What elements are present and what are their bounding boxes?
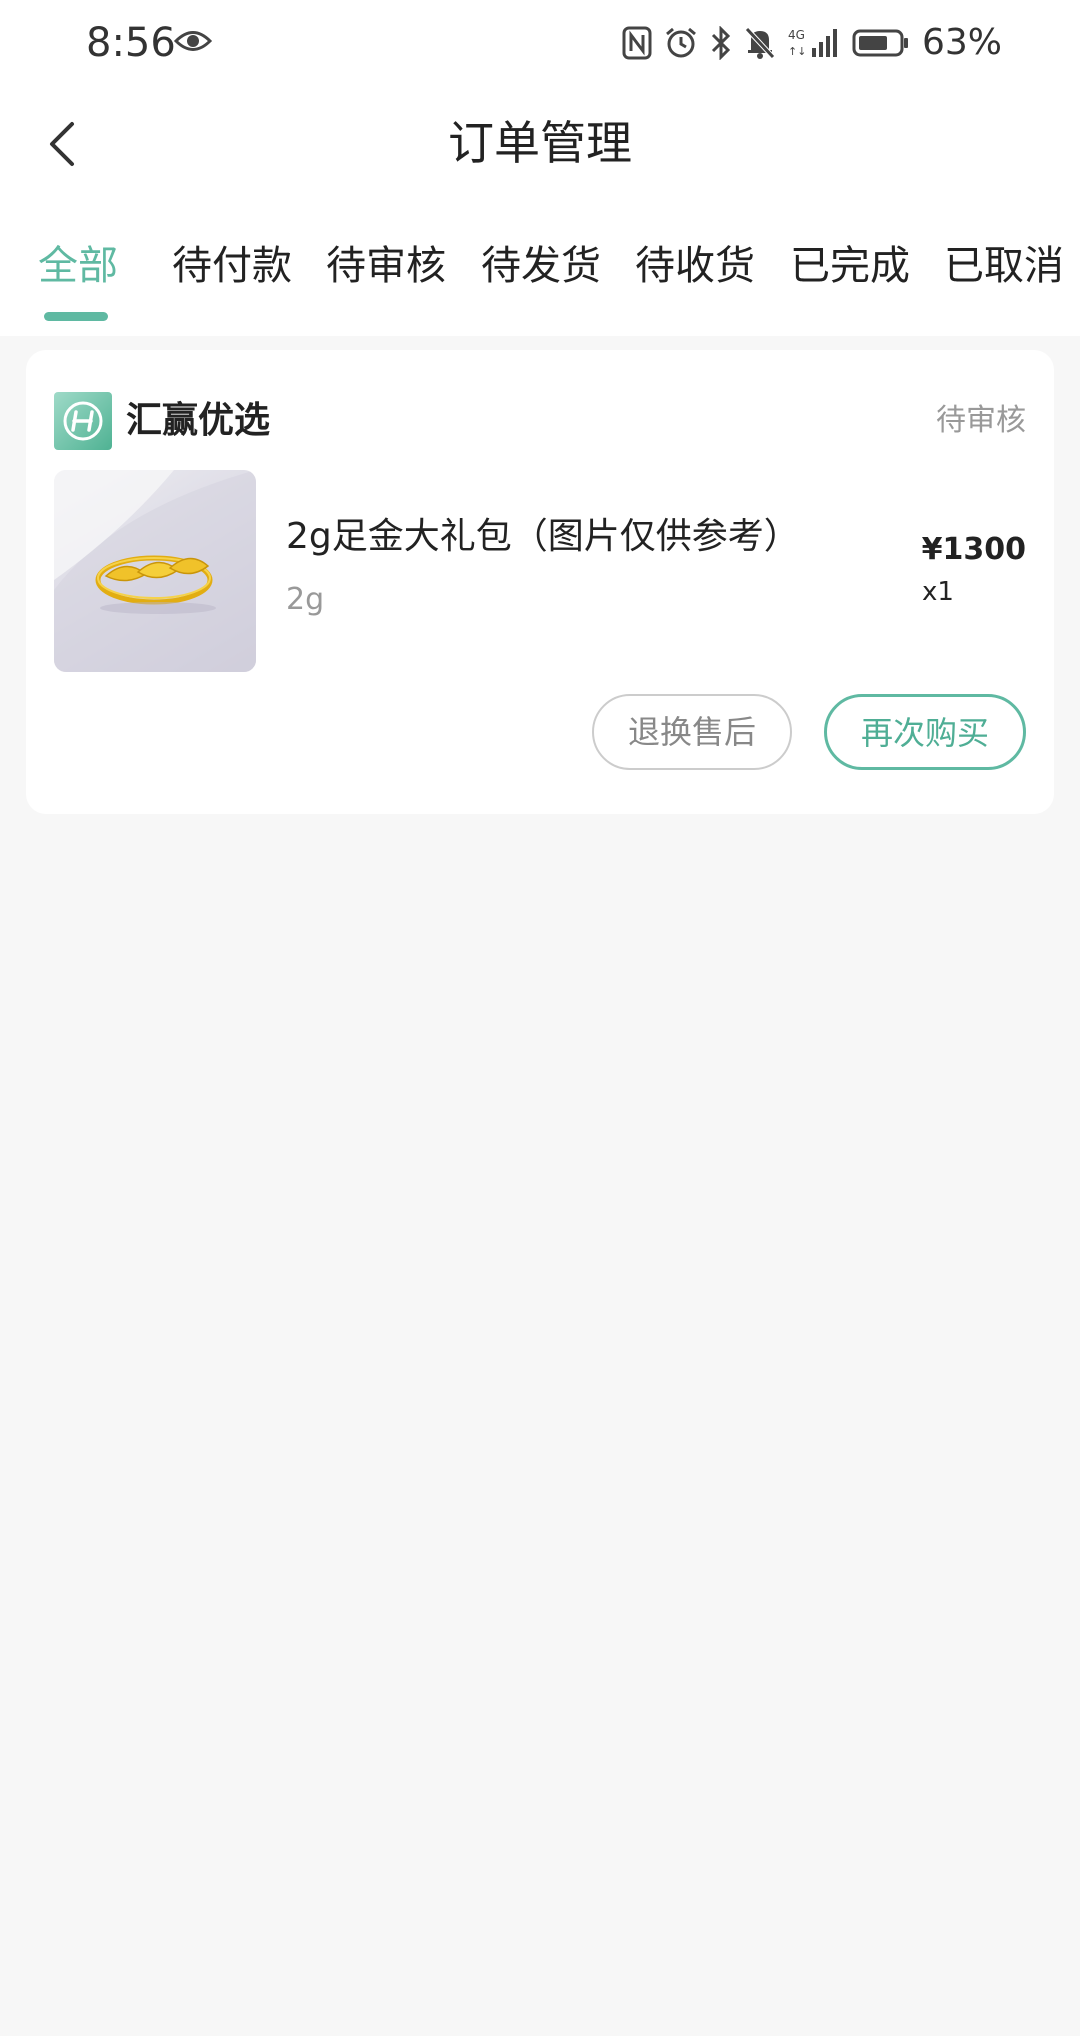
product-name: 2g足金大礼包（图片仅供参考） [286,516,800,557]
product-price: ¥1300 [921,532,1026,567]
product-image[interactable] [54,470,256,672]
tab-pending-review[interactable]: 待审核 [326,232,446,300]
battery-percent: 63% [921,22,1002,63]
order-status: 待审核 [936,403,1026,438]
battery-icon [852,28,910,58]
bluetooth-icon [710,26,732,60]
status-icons: 4G ↑↓ 63% [622,18,1002,68]
shop-name: 汇赢优选 [126,400,271,441]
mute-icon [744,26,776,60]
tab-pending-shipment[interactable]: 待发货 [481,232,601,300]
svg-text:↑↓: ↑↓ [788,45,806,58]
order-card[interactable]: 汇赢优选 待审核 2g足金大礼包（图片仅供参考） 2g ¥1300 x1 退换售… [26,350,1054,814]
rebuy-button[interactable]: 再次购买 [824,694,1026,770]
after-sale-button[interactable]: 退换售后 [592,694,792,770]
signal-icon: 4G ↑↓ [788,26,840,60]
top-section: 8:56 4G ↑↓ 63% 订单管理 全部 待付款 待审核 待发货 待收货 已… [0,0,1080,336]
nfc-icon [622,26,652,60]
tab-pending-payment[interactable]: 待付款 [172,232,292,300]
alarm-icon [664,26,698,60]
page-title: 订单管理 [448,116,632,170]
product-spec: 2g [286,582,325,617]
tab-pending-receipt[interactable]: 待收货 [635,232,755,300]
tab-all[interactable]: 全部 [38,232,118,300]
status-time: 8:56 [86,20,176,66]
order-tabs: 全部 待付款 待审核 待发货 待收货 已完成 已取消 [0,232,1080,322]
tab-completed[interactable]: 已完成 [790,232,910,300]
eye-icon [173,26,213,60]
svg-text:4G: 4G [788,28,805,42]
tab-cancelled[interactable]: 已取消 [944,232,1064,300]
product-quantity: x1 [922,577,954,607]
status-bar: 8:56 4G ↑↓ 63% [0,0,1080,86]
shop-logo [54,392,112,450]
active-tab-indicator [44,312,108,321]
